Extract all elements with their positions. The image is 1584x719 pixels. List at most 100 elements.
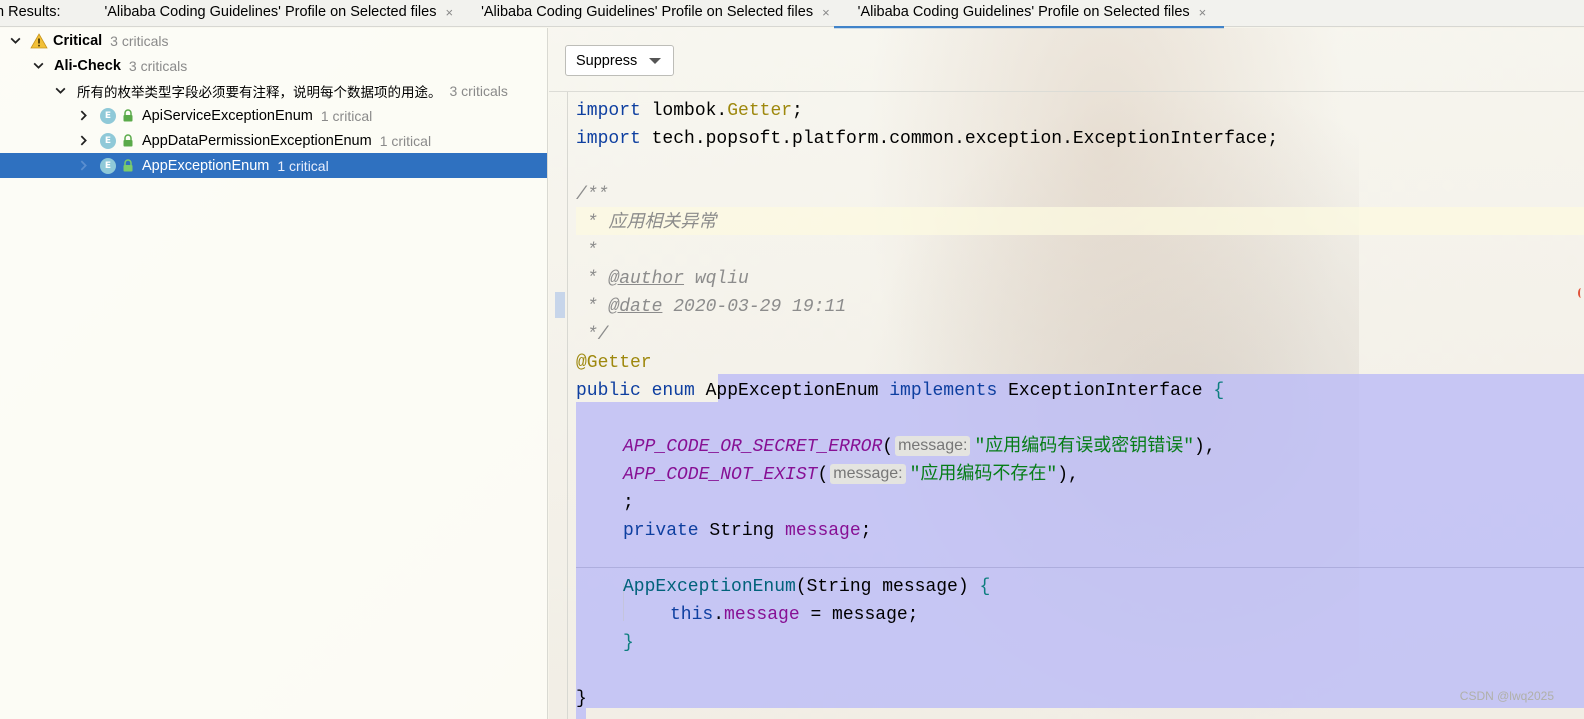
- file-count: 1 critical: [320, 107, 373, 124]
- tree-node-ali-check[interactable]: Ali-Check 3 criticals: [0, 53, 547, 78]
- close-icon[interactable]: ×: [1199, 2, 1207, 23]
- file-name: AppDataPermissionExceptionEnum: [142, 132, 372, 149]
- suppress-dropdown-button[interactable]: Suppress: [565, 45, 675, 76]
- tab-profile-2[interactable]: 'Alibaba Coding Guidelines' Profile on S…: [457, 2, 834, 26]
- lock-icon: [123, 134, 133, 147]
- preview-toolbar: Suppress: [549, 28, 1584, 92]
- tab-label: 'Alibaba Coding Guidelines' Profile on S…: [857, 4, 1190, 20]
- file-name: ApiServiceExceptionEnum: [142, 107, 313, 124]
- tab-label: 'Alibaba Coding Guidelines' Profile on S…: [481, 4, 814, 20]
- chevron-right-icon[interactable]: [76, 134, 90, 148]
- code-line: ;: [623, 493, 634, 513]
- file-count: 1 critical: [379, 132, 432, 149]
- field-name: message: [785, 521, 861, 541]
- class-name: Getter: [727, 101, 793, 121]
- doc-tag: @author: [608, 269, 685, 289]
- tree-node-file[interactable]: E ApiServiceExceptionEnum 1 critical: [0, 103, 547, 128]
- tab-profile-3[interactable]: 'Alibaba Coding Guidelines' Profile on S…: [833, 2, 1224, 29]
- code-line: }: [576, 689, 587, 709]
- code-line: */: [576, 325, 609, 345]
- code-line: this.message = message;: [670, 601, 918, 629]
- code-text: (: [882, 437, 894, 457]
- field-name: message: [724, 605, 800, 625]
- group-count: 3 criticals: [128, 57, 188, 74]
- code-text: lombok.: [640, 101, 728, 121]
- keyword: implements: [878, 381, 1009, 401]
- constructor-name: AppExceptionEnum: [623, 577, 796, 597]
- error-marker: [1578, 288, 1584, 298]
- parameter-hint: message:: [895, 436, 971, 456]
- doc-tag: @date: [608, 297, 663, 317]
- rule-count: 3 criticals: [449, 82, 508, 99]
- suppress-label: Suppress: [576, 52, 638, 69]
- group-label: Ali-Check: [54, 57, 121, 74]
- code-text: ),: [1057, 465, 1079, 485]
- string-literal: "应用编码不存在": [909, 465, 1058, 485]
- code-text: ;: [860, 521, 872, 541]
- close-icon[interactable]: ×: [822, 2, 830, 23]
- code-text: ),: [1194, 437, 1216, 457]
- code-line: * @date 2020-03-29 19:11: [576, 293, 846, 321]
- lock-icon: [123, 109, 133, 122]
- code-text: 2020-03-29 19:11: [662, 297, 847, 317]
- file-count: 1 critical: [277, 157, 329, 174]
- severity-label: Critical: [53, 32, 103, 49]
- code-line: * 应用相关异常: [576, 213, 717, 233]
- enum-icon: E: [100, 132, 116, 149]
- code-text: = message;: [799, 605, 919, 625]
- results-tab-bar: n Results: 'Alibaba Coding Guidelines' P…: [0, 0, 1584, 29]
- chevron-down-icon[interactable]: [8, 34, 22, 48]
- keyword: import: [576, 101, 641, 121]
- enum-icon: E: [100, 107, 116, 124]
- code-line: APP_CODE_OR_SECRET_ERROR(message: "应用编码有误…: [623, 433, 1216, 461]
- brace: {: [979, 577, 991, 597]
- code-line: import lombok.Getter;: [576, 97, 803, 125]
- code-text: String: [698, 521, 786, 541]
- close-icon[interactable]: ×: [445, 2, 453, 23]
- change-marker: [555, 292, 565, 318]
- code-line: }: [623, 633, 634, 653]
- tree-node-critical[interactable]: Critical 3 criticals: [0, 28, 547, 53]
- code-line: public enum AppExceptionEnum implements …: [576, 377, 1224, 405]
- tree-node-file[interactable]: E AppDataPermissionExceptionEnum 1 criti…: [0, 128, 547, 153]
- code-line: /**: [576, 185, 609, 205]
- code-preview-panel: Suppress import lombok.Getter; import te…: [549, 28, 1584, 719]
- enum-constant: APP_CODE_NOT_EXIST: [623, 465, 818, 485]
- code-line: @Getter: [576, 353, 652, 373]
- inspection-results-tree: Critical 3 criticals Ali-Check 3 critica…: [0, 28, 548, 719]
- warning-icon: [30, 32, 48, 48]
- chevron-right-icon[interactable]: [76, 159, 90, 173]
- code-line: private String message;: [623, 517, 871, 545]
- tree-node-file-selected[interactable]: E AppExceptionEnum 1 critical: [0, 153, 547, 178]
- chevron-right-icon[interactable]: [76, 109, 90, 123]
- code-text: *: [576, 297, 609, 317]
- code-line: APP_CODE_NOT_EXIST(message: "应用编码不存在"),: [623, 461, 1079, 489]
- rule-label: 所有的枚举类型字段必须要有注释，说明每个数据项的用途。: [77, 84, 442, 100]
- chevron-down-icon[interactable]: [31, 59, 45, 73]
- code-line: *: [576, 241, 598, 261]
- caret-down-icon: [649, 57, 662, 64]
- string-literal: "应用编码有误或密钥错误": [974, 437, 1195, 457]
- code-line: * @author wqliu: [576, 265, 749, 293]
- interface-name: ExceptionInterface: [1008, 381, 1203, 401]
- brace: {: [1202, 381, 1225, 401]
- code-text: (String message): [795, 577, 980, 597]
- file-name: AppExceptionEnum: [142, 157, 270, 174]
- gutter-divider: [567, 92, 568, 719]
- watermark: CSDN @lwq2025: [1459, 689, 1554, 703]
- caret-line-highlight: [576, 207, 1584, 235]
- tree-node-rule[interactable]: 所有的枚举类型字段必须要有注释，说明每个数据项的用途。 3 criticals: [0, 78, 547, 103]
- tab-profile-1[interactable]: 'Alibaba Coding Guidelines' Profile on S…: [80, 2, 457, 26]
- severity-count: 3 criticals: [110, 32, 169, 49]
- parameter-hint: message:: [830, 464, 906, 484]
- keyword: private: [623, 521, 699, 541]
- enum-constant: APP_CODE_OR_SECRET_ERROR: [623, 437, 883, 457]
- chevron-down-icon[interactable]: [53, 84, 67, 98]
- code-text: (: [817, 465, 829, 485]
- code-text: tech.popsoft.platform.common.exception.E…: [640, 129, 1279, 149]
- keyword: public: [576, 381, 641, 401]
- code-text: *: [576, 269, 609, 289]
- code-line: AppExceptionEnum(String message) {: [623, 573, 990, 601]
- class-name: AppExceptionEnum: [705, 381, 879, 401]
- code-line: import tech.popsoft.platform.common.exce…: [576, 125, 1278, 153]
